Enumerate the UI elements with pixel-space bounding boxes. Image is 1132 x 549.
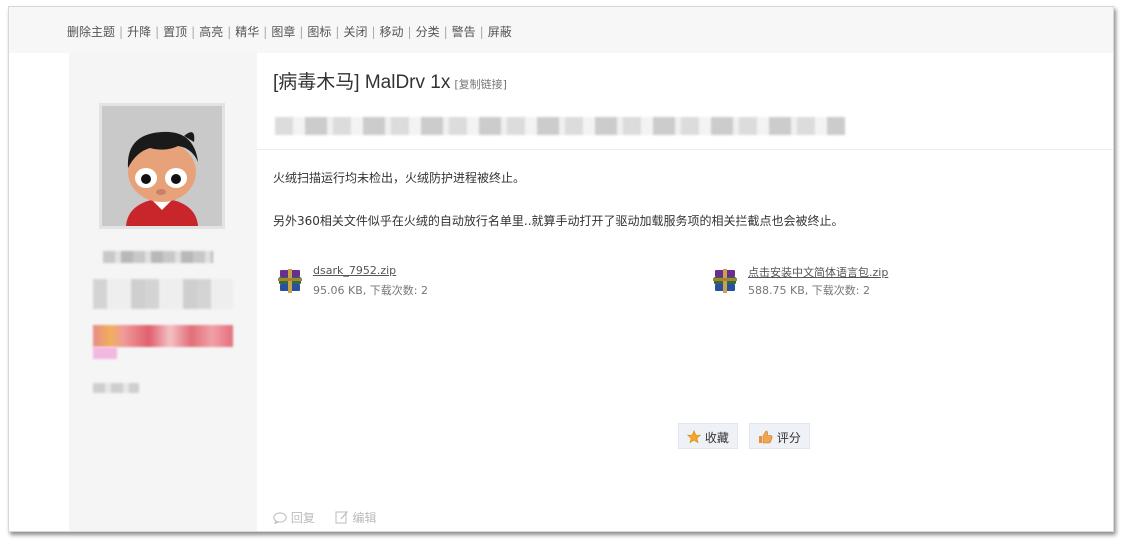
separator: | [155,25,160,39]
mod-action-delete[interactable]: 删除主题 [67,25,115,39]
favorite-label: 收藏 [704,431,729,445]
post-main: [病毒木马] MalDrv 1x [复制链接] 火绒扫描运行均未检出，火绒防护进程… [257,53,1113,531]
post-paragraph-2: 另外360相关文件似乎在火绒的自动放行名单里..就算手动打开了驱动加载服务项的相… [273,214,844,228]
separator: | [191,25,196,39]
edit-label: 编辑 [352,511,377,525]
post-footer: 回复 编辑 [273,509,377,526]
attachment-item-dsark[interactable]: dsark_7952.zip 95.06 KB, 下载次数: 2 [275,264,525,300]
mod-action-bump[interactable]: 升降 [127,25,151,39]
cartoon-avatar-image [102,106,222,226]
mod-action-close[interactable]: 关闭 [343,25,367,39]
copy-link-button[interactable]: [复制链接] [454,78,507,91]
forum-thread-window: 删除主题 | 升降 | 置顶 | 高亮 | 精华 | 图章 | 图标 | 关闭 | 移动 | 分类 | 警告 | 屏蔽 [8,6,1114,532]
attachment-name[interactable]: 点击安装中文简体语言包.zip [748,264,888,280]
separator: | [263,25,268,39]
winrar-archive-icon [278,269,302,293]
user-stats-pixelated [93,279,233,309]
divider [257,149,1113,150]
separator: | [299,25,304,39]
post-paragraph-1: 火绒扫描运行均未检出，火绒防护进程被终止。 [273,171,526,185]
separator: | [479,25,484,39]
winrar-archive-icon [713,269,737,293]
separator: | [407,25,412,39]
mod-action-icon[interactable]: 图标 [307,25,331,39]
user-badges-pixelated [93,325,233,347]
mod-action-sticky[interactable]: 置顶 [163,25,187,39]
thread-title: [病毒木马] MalDrv 1x [复制链接] [273,67,507,94]
reply-button[interactable]: 回复 [273,511,319,525]
user-level-pixelated [93,383,139,393]
rate-label: 评分 [776,431,801,445]
separator: | [443,25,448,39]
separator: | [371,25,376,39]
mod-action-stamp[interactable]: 图章 [271,25,295,39]
mod-action-highlight[interactable]: 高亮 [199,25,223,39]
edit-icon [335,511,348,524]
post-meta-pixelated [275,117,845,135]
avatar[interactable] [99,103,225,229]
attachment-info: 588.75 KB, 下载次数: 2 [748,284,870,297]
mod-action-warn[interactable]: 警告 [452,25,476,39]
attachment-name[interactable]: dsark_7952.zip [313,264,396,277]
author-sidebar [69,53,257,531]
separator: | [227,25,232,39]
separator: | [335,25,340,39]
user-badge-small-pixelated [93,347,117,359]
speech-bubble-icon [273,512,287,525]
favorite-button[interactable]: 收藏 [678,423,738,449]
moderator-toolbar: 删除主题 | 升降 | 置顶 | 高亮 | 精华 | 图章 | 图标 | 关闭 | 移动 | 分类 | 警告 | 屏蔽 [9,7,1113,53]
reply-label: 回复 [290,511,315,525]
mod-action-ban[interactable]: 屏蔽 [488,25,512,39]
mod-action-digest[interactable]: 精华 [235,25,259,39]
mod-action-category[interactable]: 分类 [416,25,440,39]
username-pixelated [103,251,213,263]
separator: | [119,25,124,39]
rate-button[interactable]: 评分 [749,423,810,449]
star-icon [686,430,702,444]
attachment-info: 95.06 KB, 下载次数: 2 [313,284,428,297]
thumbs-up-icon [759,430,773,444]
edit-button[interactable]: 编辑 [335,511,377,525]
thread-title-text: [病毒木马] MalDrv 1x [273,72,451,93]
attachment-item-language-pack[interactable]: 点击安装中文简体语言包.zip 588.75 KB, 下载次数: 2 [710,264,1010,300]
mod-action-move[interactable]: 移动 [380,25,404,39]
